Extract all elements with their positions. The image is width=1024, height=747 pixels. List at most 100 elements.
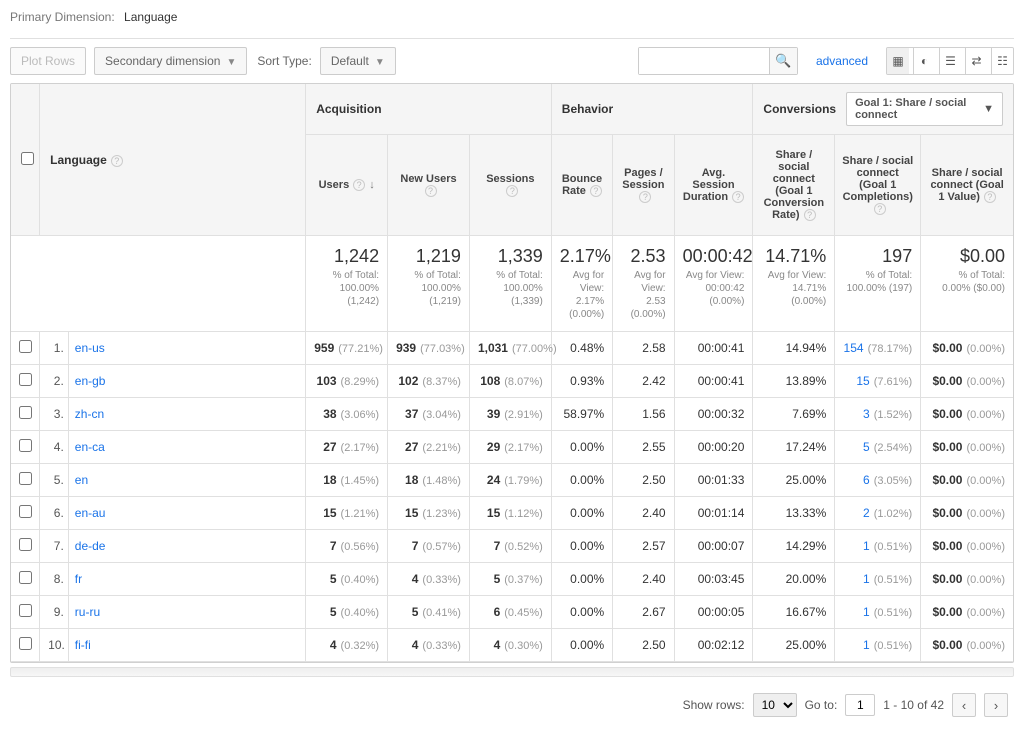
- row-checkbox[interactable]: [19, 637, 32, 650]
- advanced-link[interactable]: advanced: [816, 54, 868, 68]
- sort-type-button[interactable]: Default▼: [320, 47, 396, 75]
- cell: 3(1.52%): [835, 398, 921, 431]
- secondary-dimension-button[interactable]: Secondary dimension▼: [94, 47, 247, 75]
- total-bounce: 2.17%Avg for View: 2.17% (0.00%): [551, 236, 612, 332]
- row-checkbox[interactable]: [19, 472, 32, 485]
- plot-rows-button: Plot Rows: [10, 47, 86, 75]
- row-checkbox[interactable]: [19, 571, 32, 584]
- search-button[interactable]: 🔍: [769, 48, 797, 74]
- prev-page-button[interactable]: ‹: [952, 693, 976, 717]
- view-comparison-icon[interactable]: ⇄: [965, 48, 987, 74]
- cell-conv-rate: 16.67%: [753, 596, 835, 629]
- primary-column-header[interactable]: Language?: [40, 84, 306, 236]
- row-checkbox[interactable]: [19, 604, 32, 617]
- total-duration: 00:00:42Avg for View: 00:00:42 (0.00%): [674, 236, 753, 332]
- row-name: fi-fi: [68, 629, 305, 662]
- cell-pps: 2.40: [613, 497, 674, 530]
- help-icon[interactable]: ?: [425, 185, 437, 197]
- table-row: 7.de-de7(0.56%)7(0.57%)7(0.52%)0.00%2.57…: [11, 530, 1013, 563]
- row-index: 6.: [40, 497, 69, 530]
- search-box: 🔍: [638, 47, 798, 75]
- search-input[interactable]: [639, 48, 769, 74]
- row-index: 3.: [40, 398, 69, 431]
- cell: 27(2.21%): [388, 431, 470, 464]
- row-checkbox[interactable]: [19, 340, 32, 353]
- col-pps[interactable]: Pages / Session?: [613, 135, 674, 236]
- cell: 4(0.33%): [388, 629, 470, 662]
- help-icon[interactable]: ?: [874, 203, 886, 215]
- language-link[interactable]: zh-cn: [75, 407, 104, 421]
- help-icon[interactable]: ?: [590, 185, 602, 197]
- cell: 4(0.33%): [388, 563, 470, 596]
- view-pie-icon[interactable]: ◐: [913, 48, 935, 74]
- help-icon[interactable]: ?: [804, 209, 816, 221]
- row-checkbox[interactable]: [19, 406, 32, 419]
- row-index: 4.: [40, 431, 69, 464]
- horizontal-scrollbar[interactable]: [10, 667, 1014, 677]
- cell: 38(3.06%): [306, 398, 388, 431]
- cell-duration: 00:00:07: [674, 530, 753, 563]
- cell-duration: 00:03:45: [674, 563, 753, 596]
- col-new-users[interactable]: New Users?: [388, 135, 470, 236]
- language-link[interactable]: en-ca: [75, 440, 105, 454]
- cell: 15(1.21%): [306, 497, 388, 530]
- language-link[interactable]: de-de: [75, 539, 106, 553]
- table-row: 5.en18(1.45%)18(1.48%)24(1.79%)0.00%2.50…: [11, 464, 1013, 497]
- goal-selector[interactable]: Goal 1: Share / social connect▼: [846, 92, 1003, 126]
- row-checkbox[interactable]: [19, 373, 32, 386]
- cell-duration: 00:02:12: [674, 629, 753, 662]
- col-conv-rate[interactable]: Share / social connect (Goal 1 Conversio…: [753, 135, 835, 236]
- sort-desc-icon: ↓: [369, 179, 375, 191]
- cell: 1(0.51%): [835, 563, 921, 596]
- row-checkbox-cell: [11, 563, 40, 596]
- goto-input[interactable]: [845, 694, 875, 716]
- col-completions[interactable]: Share / social connect (Goal 1 Completio…: [835, 135, 921, 236]
- help-icon[interactable]: ?: [639, 191, 651, 203]
- col-duration[interactable]: Avg. Session Duration?: [674, 135, 753, 236]
- rows-select[interactable]: 10: [753, 693, 797, 717]
- cell: 1,031(77.00%): [469, 332, 551, 365]
- row-index: 5.: [40, 464, 69, 497]
- help-icon[interactable]: ?: [732, 191, 744, 203]
- total-sessions: 1,339% of Total: 100.00% (1,339): [469, 236, 551, 332]
- column-group-row: Language? Acquisition Behavior Conversio…: [11, 84, 1013, 135]
- cell-conv-rate: 25.00%: [753, 464, 835, 497]
- row-name: ru-ru: [68, 596, 305, 629]
- row-checkbox[interactable]: [19, 538, 32, 551]
- language-link[interactable]: en-au: [75, 506, 106, 520]
- help-icon[interactable]: ?: [353, 179, 365, 191]
- cell: 959(77.21%): [306, 332, 388, 365]
- language-link[interactable]: en-us: [75, 341, 105, 355]
- cell-conv-rate: 13.33%: [753, 497, 835, 530]
- help-icon[interactable]: ?: [984, 191, 996, 203]
- cell-pps: 2.50: [613, 629, 674, 662]
- select-all-checkbox[interactable]: [21, 152, 34, 165]
- language-link[interactable]: en-gb: [75, 374, 106, 388]
- col-users[interactable]: Users?↓: [306, 135, 388, 236]
- row-checkbox-cell: [11, 431, 40, 464]
- row-name: en-gb: [68, 365, 305, 398]
- row-checkbox[interactable]: [19, 439, 32, 452]
- row-checkbox-cell: [11, 365, 40, 398]
- col-bounce[interactable]: Bounce Rate?: [551, 135, 612, 236]
- cell: 15(1.12%): [469, 497, 551, 530]
- cell: 24(1.79%): [469, 464, 551, 497]
- goto-label: Go to:: [805, 698, 838, 712]
- row-checkbox[interactable]: [19, 505, 32, 518]
- help-icon[interactable]: ?: [506, 185, 518, 197]
- col-sessions[interactable]: Sessions?: [469, 135, 551, 236]
- view-table-icon[interactable]: ▦: [887, 48, 909, 74]
- cell-pps: 2.57: [613, 530, 674, 563]
- language-link[interactable]: en: [75, 473, 88, 487]
- col-value[interactable]: Share / social connect (Goal 1 Value)?: [921, 135, 1013, 236]
- view-pivot-icon[interactable]: ☷: [991, 48, 1013, 74]
- language-link[interactable]: fr: [75, 572, 82, 586]
- language-link[interactable]: fi-fi: [75, 638, 91, 652]
- help-icon[interactable]: ?: [111, 155, 123, 167]
- view-performance-icon[interactable]: ☰: [939, 48, 961, 74]
- cell-pps: 2.40: [613, 563, 674, 596]
- primary-dimension-value[interactable]: Language: [124, 10, 177, 30]
- language-link[interactable]: ru-ru: [75, 605, 100, 619]
- next-page-button[interactable]: ›: [984, 693, 1008, 717]
- view-toggle: ▦ ◐ ☰ ⇄ ☷: [886, 47, 1014, 75]
